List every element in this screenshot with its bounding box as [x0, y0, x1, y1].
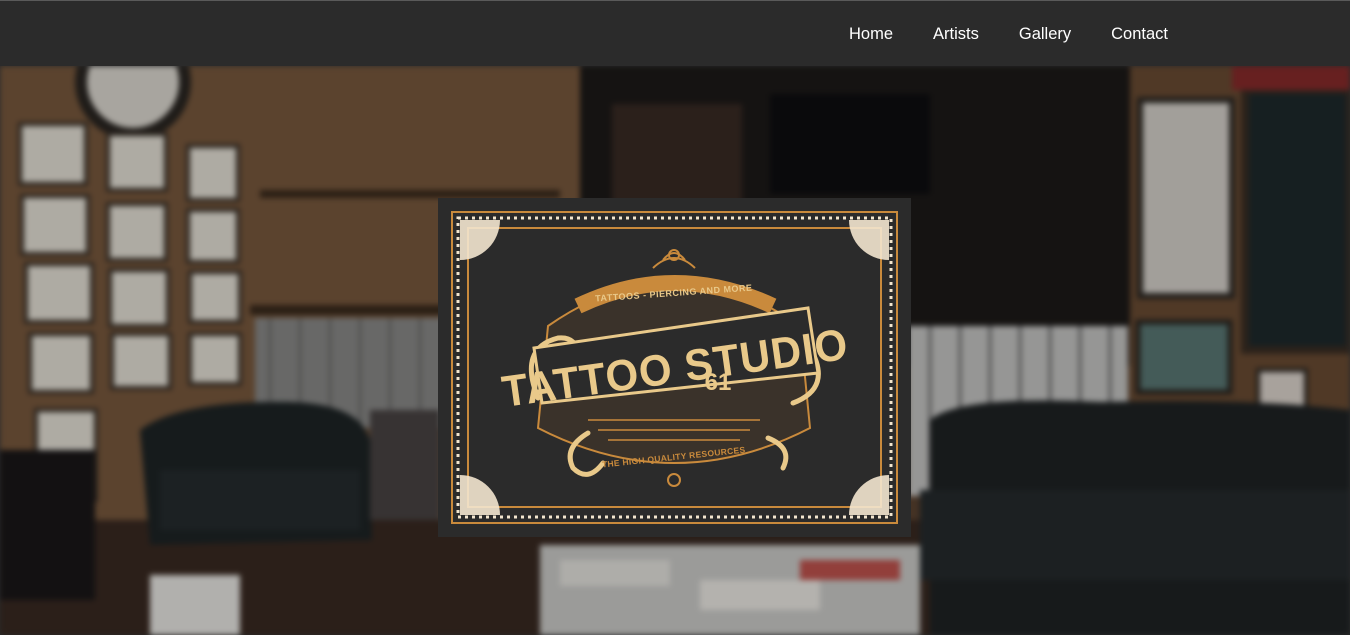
nav-gallery-link[interactable]: Gallery [1019, 25, 1071, 44]
logo-number: 61 [705, 369, 732, 396]
nav-artists-link[interactable]: Artists [933, 25, 979, 44]
top-navbar: Home Artists Gallery Contact [0, 0, 1350, 66]
nav-contact-link[interactable]: Contact [1111, 25, 1168, 44]
tattoo-studio-emblem: TATTOOS - PIERCING AND MORE TATTOO STUDI… [438, 198, 911, 537]
nav-home-link[interactable]: Home [849, 25, 893, 44]
studio-logo: TATTOOS - PIERCING AND MORE TATTOO STUDI… [438, 198, 911, 537]
page: Home Artists Gallery Contact TATTOOS - P… [0, 0, 1350, 635]
main-nav: Home Artists Gallery Contact [849, 1, 1168, 67]
